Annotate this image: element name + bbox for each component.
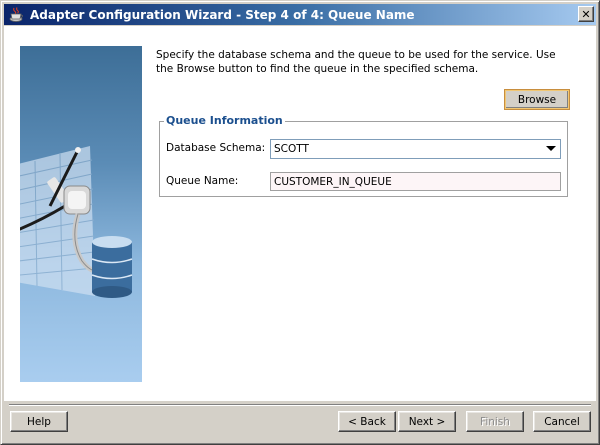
window-title: Adapter Configuration Wizard - Step 4 of… xyxy=(30,7,415,22)
finish-button[interactable]: Finish xyxy=(466,411,524,432)
next-button[interactable]: Next > xyxy=(398,411,456,432)
java-cup-icon xyxy=(7,6,25,24)
queue-name-value: CUSTOMER_IN_QUEUE xyxy=(274,175,392,188)
next-button-label: Next > xyxy=(408,415,446,428)
finish-button-label: Finish xyxy=(480,415,510,428)
database-schema-select[interactable]: SCOTT xyxy=(270,139,561,159)
back-button[interactable]: < Back xyxy=(338,411,396,432)
cancel-button-label: Cancel xyxy=(544,415,580,428)
queue-information-group: Queue Information Database Schema: SCOTT… xyxy=(159,114,568,197)
title-bar[interactable]: Adapter Configuration Wizard - Step 4 of… xyxy=(4,4,596,25)
footer-divider xyxy=(9,404,591,406)
close-button[interactable]: ✕ xyxy=(578,6,594,22)
wizard-window: Adapter Configuration Wizard - Step 4 of… xyxy=(0,0,600,445)
queue-name-label: Queue Name: xyxy=(166,175,239,187)
help-button[interactable]: Help xyxy=(10,411,68,432)
wizard-side-graphic xyxy=(20,46,142,382)
help-button-label: Help xyxy=(27,415,51,428)
close-icon: ✕ xyxy=(581,7,591,21)
chevron-down-icon[interactable] xyxy=(546,146,556,151)
database-schema-label: Database Schema: xyxy=(166,142,266,154)
browse-button-label: Browse xyxy=(517,93,557,106)
queue-name-field[interactable]: CUSTOMER_IN_QUEUE xyxy=(270,172,561,191)
group-legend: Queue Information xyxy=(164,114,285,127)
step-description: Specify the database schema and the queu… xyxy=(156,49,556,75)
back-button-label: < Back xyxy=(348,415,386,428)
database-schema-value: SCOTT xyxy=(274,143,309,155)
wizard-content: Specify the database schema and the queu… xyxy=(4,26,596,401)
cancel-button[interactable]: Cancel xyxy=(533,411,591,432)
browse-button[interactable]: Browse xyxy=(504,89,570,110)
